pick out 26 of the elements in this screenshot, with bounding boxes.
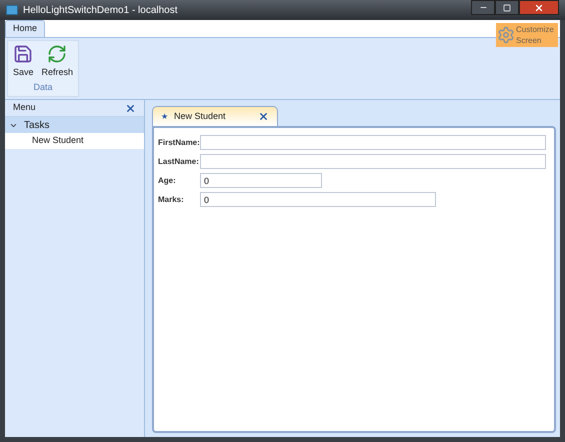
gear-icon: [497, 26, 515, 44]
text-field[interactable]: [200, 135, 546, 150]
text-field[interactable]: 0: [200, 192, 436, 207]
field-label: LastName:: [158, 156, 200, 168]
ribbon-tab[interactable]: Home: [5, 20, 46, 37]
menu-item[interactable]: New Student: [5, 133, 144, 149]
text-field[interactable]: [200, 154, 546, 169]
document-tab[interactable]: ★ New Student: [152, 106, 278, 126]
refresh-button[interactable]: Refresh: [40, 41, 76, 80]
save-button[interactable]: Save: [11, 41, 36, 80]
maximize-button[interactable]: [495, 0, 519, 15]
text-field[interactable]: 0: [200, 173, 322, 188]
window-title: HelloLightSwitchDemo1 - localhost: [23, 4, 178, 18]
app-icon: [6, 5, 18, 15]
group-label: Data: [34, 80, 53, 94]
menu-title: Menu: [13, 101, 36, 114]
field-label: Marks:: [158, 194, 185, 206]
close-icon[interactable]: [258, 111, 269, 122]
field-label: FirstName:: [158, 136, 200, 148]
close-icon: [534, 2, 544, 12]
maximize-icon: [503, 4, 511, 12]
refresh-icon: [47, 44, 68, 64]
menu-section[interactable]: Tasks: [5, 117, 144, 133]
close-button[interactable]: [519, 0, 559, 15]
star-icon: ★: [161, 110, 168, 122]
field-label: Age:: [158, 174, 177, 186]
